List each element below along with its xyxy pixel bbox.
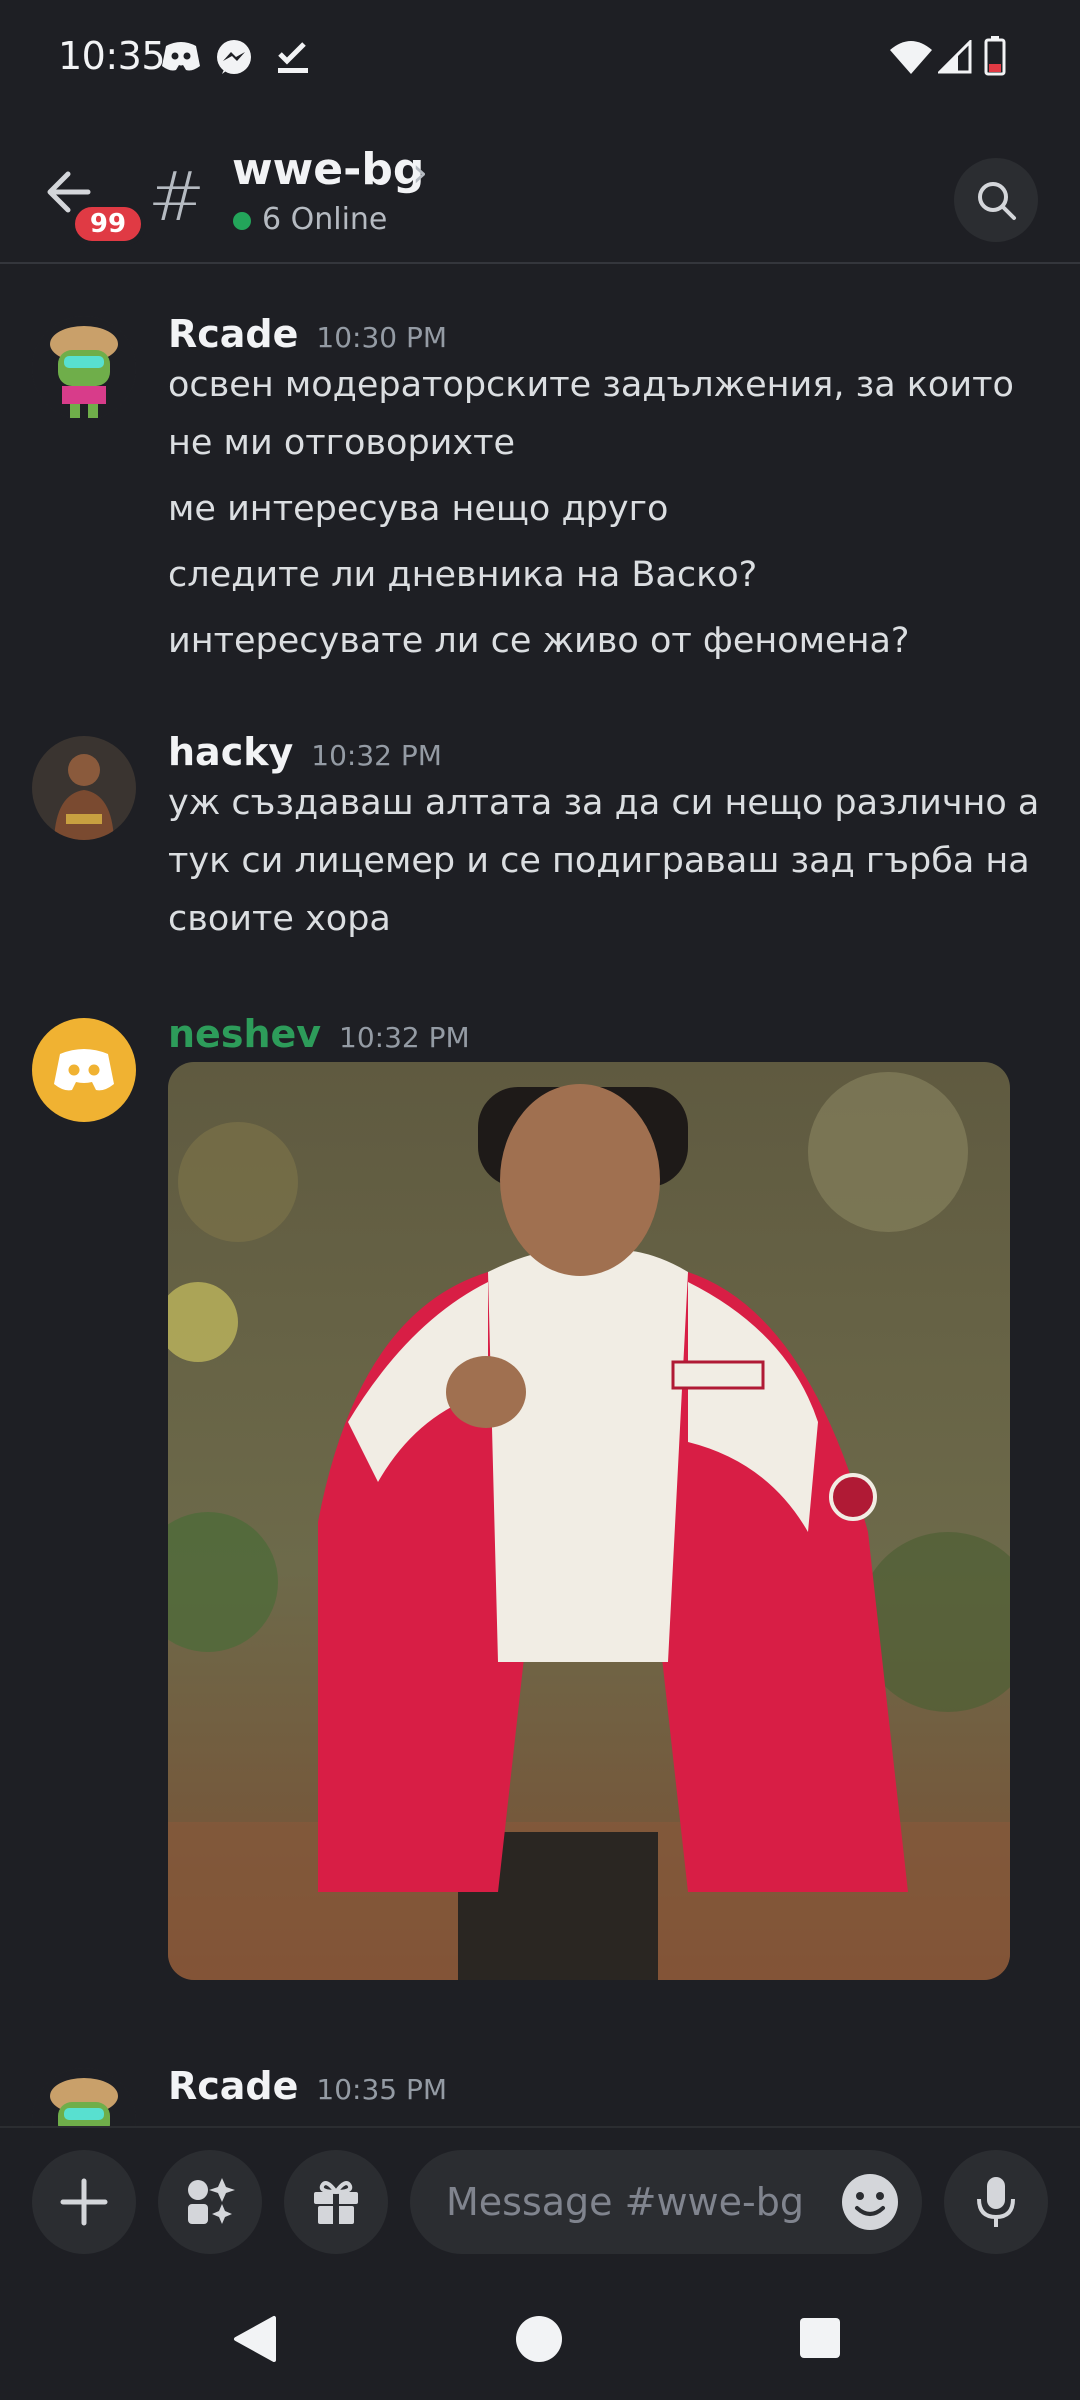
unread-badge: 99 [70,202,146,246]
search-button[interactable] [954,158,1038,242]
message-author[interactable]: Rcade 10:35 PM [168,2064,447,2108]
task-check-icon [274,38,312,80]
online-count: 6 Online [262,202,388,237]
message-timestamp: 10:32 PM [311,739,442,772]
message-text: освен модераторските задължения, за коит… [168,365,1014,405]
add-attachment-button[interactable] [32,2150,136,2254]
status-time: 10:35 [58,34,166,78]
message-text: своите хора [168,899,391,939]
author-name[interactable]: neshev [168,1012,321,1056]
online-status-dot [233,212,251,230]
messenger-icon [214,38,254,82]
battery-icon [984,36,1006,80]
message-author[interactable]: neshev 10:32 PM [168,1012,470,1056]
emoji-button[interactable] [840,2172,900,2232]
message-input-placeholder: Message #wwe-bg [446,2180,804,2224]
search-icon [978,182,1016,220]
triangle-back-icon [234,2316,276,2362]
gift-button[interactable] [284,2150,388,2254]
message-text: ме интересува нещо друго [168,489,669,529]
message-text: не ми отговорихте [168,423,516,463]
wrestler-photo-avatar-icon [32,736,136,840]
avatar[interactable] [32,736,136,840]
cartoon-character-avatar-icon [32,316,136,420]
plus-icon [60,2178,108,2226]
author-name[interactable]: hacky [168,730,293,774]
avatar[interactable] [32,316,136,420]
author-name[interactable]: Rcade [168,312,298,356]
message-author[interactable]: Rcade 10:30 PM [168,312,447,356]
hash-icon: # [148,158,205,237]
message-text: уж създаваш алтата за да си нещо различн… [168,783,1040,823]
discord-channel-screen: 10:35 99 # wwe-bg › 6 Online Rcade 10:30… [0,0,1080,2400]
wifi-icon [890,40,932,78]
apps-sparkle-icon [188,2178,235,2224]
emoji-smile-icon [842,2174,898,2230]
message-input[interactable]: Message #wwe-bg [410,2150,922,2254]
message-text: следите ли дневника на Васко? [168,555,758,595]
avatar[interactable] [32,1018,136,1122]
microphone-icon [977,2177,1015,2227]
message-author[interactable]: hacky 10:32 PM [168,730,442,774]
apps-button[interactable] [158,2150,262,2254]
nav-home-button[interactable] [516,2316,562,2362]
system-nav-bar [0,2276,1080,2400]
nav-back-button[interactable] [232,2314,278,2368]
message-text: тук си лицемер и се подиграваш зад гърба… [168,841,1030,881]
discord-logo-icon [54,1049,114,1091]
cell-signal-icon [936,38,972,78]
voice-message-button[interactable] [944,2150,1048,2254]
channel-header: 99 # wwe-bg › 6 Online [0,120,1080,264]
avatar[interactable] [32,2068,136,2126]
message-timestamp: 10:35 PM [316,2073,448,2106]
person-in-red-jacket-photo [168,1062,1010,1980]
nav-recents-button[interactable] [800,2318,840,2358]
gift-icon [314,2181,358,2224]
channel-title[interactable]: wwe-bg [232,144,424,195]
message-timestamp: 10:30 PM [316,321,448,354]
message-composer: Message #wwe-bg [0,2126,1080,2276]
author-name[interactable]: Rcade [168,2064,298,2108]
image-attachment[interactable] [168,1062,1010,1980]
message-text: интересувате ли се живо от феномена? [168,621,910,661]
message-timestamp: 10:32 PM [339,1021,470,1054]
status-bar: 10:35 [0,0,1080,120]
chevron-right-icon[interactable]: › [412,150,428,196]
message-list[interactable]: Rcade 10:30 PM освен модераторските задъл… [0,266,1080,2126]
discord-notification-icon [160,38,202,78]
cartoon-character-avatar-icon [32,2068,136,2126]
